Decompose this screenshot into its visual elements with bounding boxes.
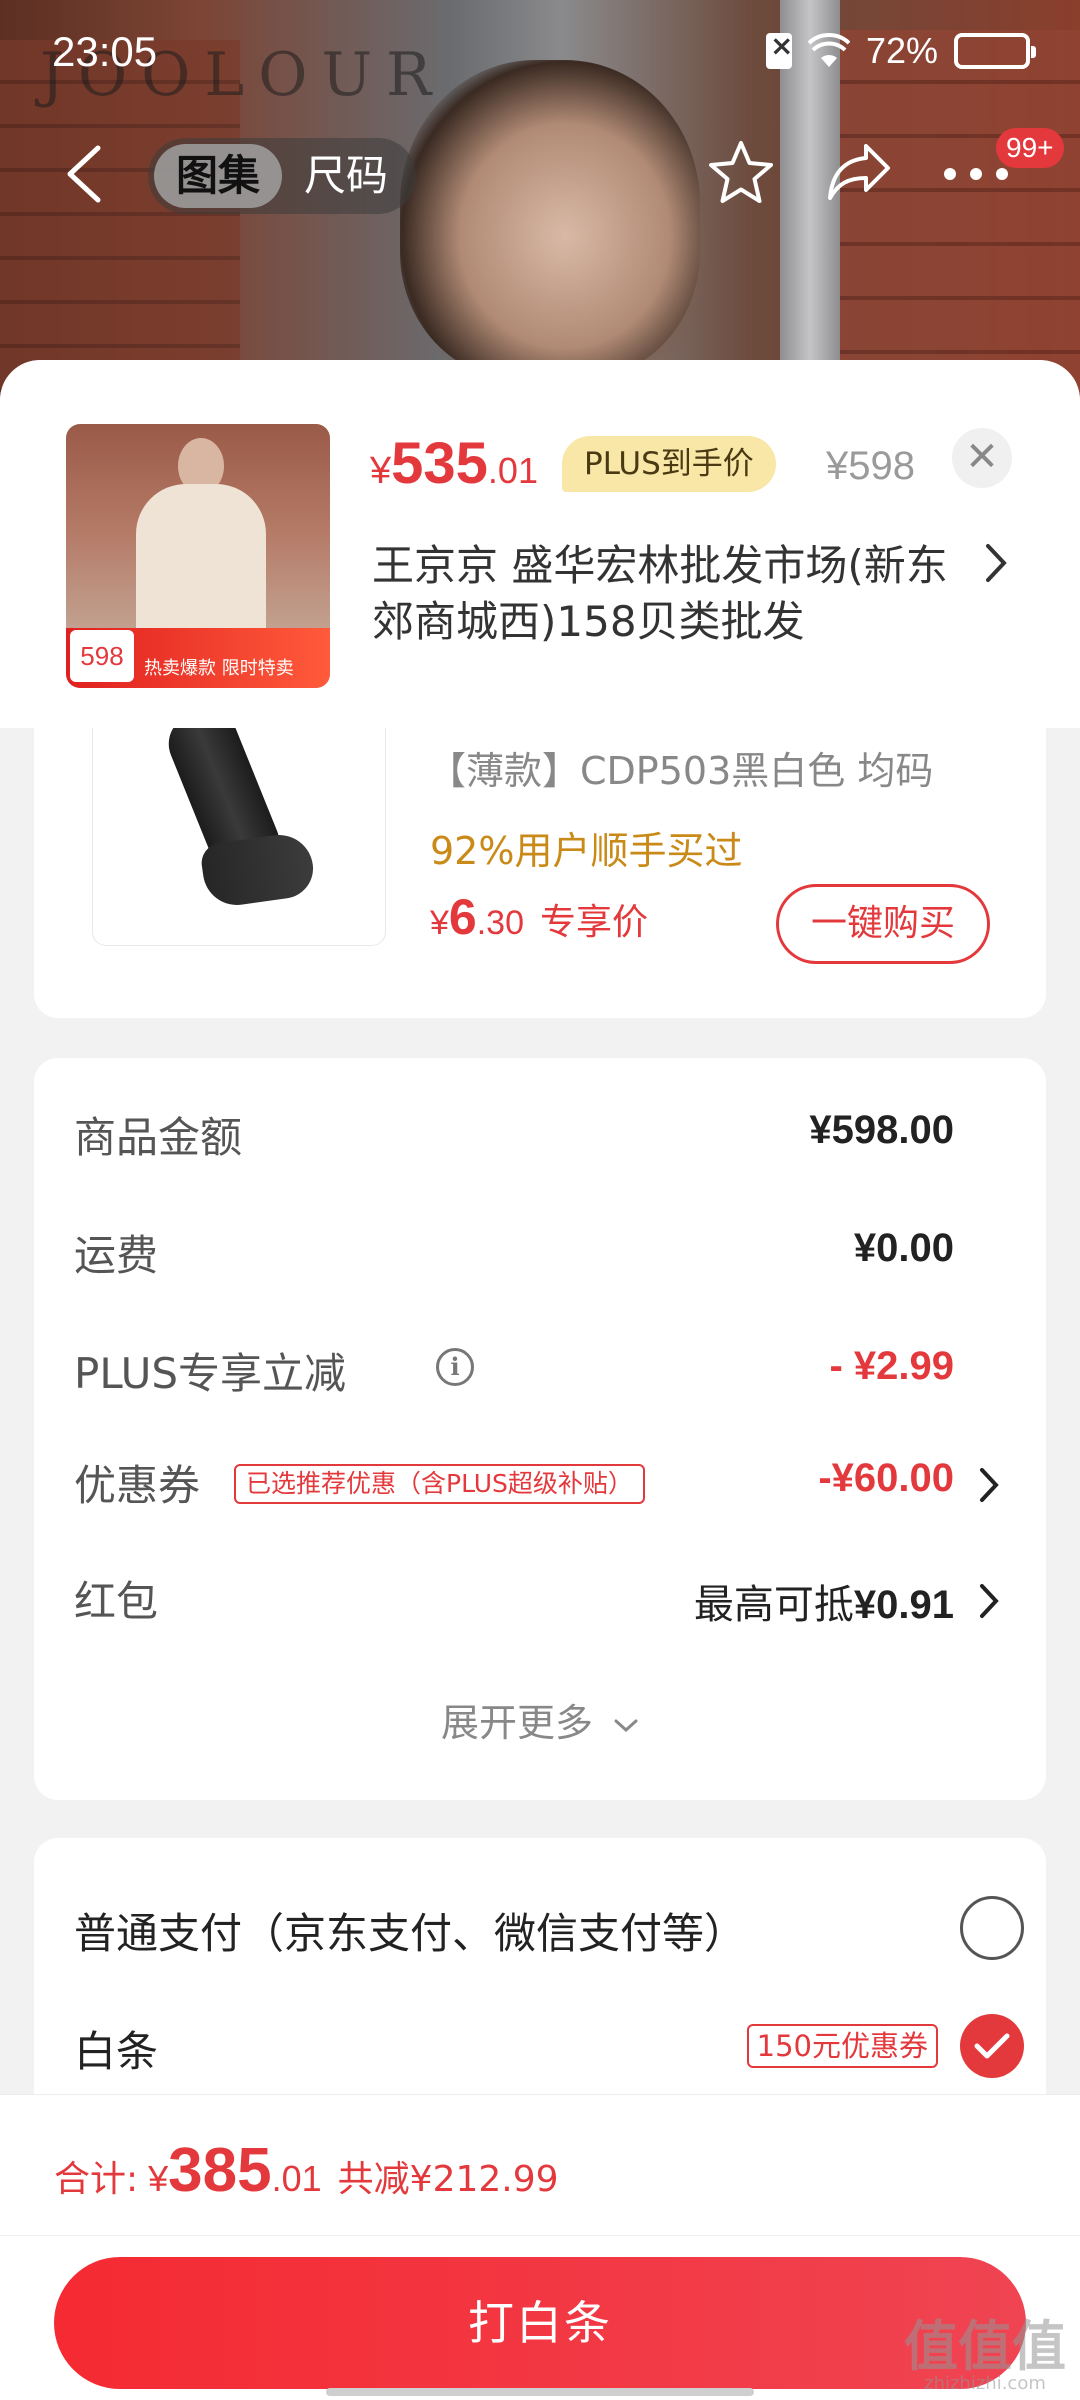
total-row: 合计: ¥ 385 .01 共减¥212.99 [54,2135,559,2206]
watermark-sub: zhizhizhi.com [924,2373,1046,2394]
currency-symbol: ¥ [430,904,449,942]
close-button[interactable]: ✕ [952,428,1012,488]
summary-row-plus-discount: PLUS专享立减 i - ¥2.99 [74,1330,1014,1410]
summary-row-coupon[interactable]: 优惠券 已选推荐优惠（含PLUS超级补贴） -¥60.00 [74,1442,1014,1522]
watermark-main: 值值值 [904,2315,1066,2378]
total-saved: 共减¥212.99 [337,2159,559,2200]
summary-value-prefix: 最高可抵 [693,1582,854,1628]
summary-label: 红包 [74,1577,159,1626]
expand-more-button[interactable]: 展开更多 [34,1692,1046,1747]
status-time: 23:05 [52,28,158,75]
total-label: 合计: [54,2159,139,2200]
home-indicator[interactable] [326,2388,754,2396]
addon-sku: 【薄款】CDP503黑白色 均码 [428,749,934,793]
product-header: 598 热卖爆款 限时特卖 ¥ 535 .01 PLUS到手价 ¥598 ✕ 王… [0,360,1080,728]
summary-label: 运费 [74,1231,159,1280]
chevron-down-icon [614,1719,638,1732]
price-decimal: .30 [476,904,524,942]
summary-value: ¥598.00 [809,1108,954,1152]
thumb-promo-text: 热卖爆款 限时特卖 [144,658,294,679]
currency-symbol: ¥ [148,2158,169,2199]
star-icon[interactable] [706,138,776,208]
product-thumbnail[interactable]: 598 热卖爆款 限时特卖 [66,424,330,688]
radio-checked[interactable] [960,2014,1024,2078]
status-bar: 23:05 72% [0,0,1080,100]
chevron-right-icon [980,1468,999,1502]
thumb-promo-price: 598 [70,630,134,682]
summary-label: 优惠券 [74,1461,201,1510]
coupon-tag: 已选推荐优惠（含PLUS超级补贴） [234,1464,645,1504]
site-watermark: 值值值 zhizhizhi.com [904,2320,1066,2394]
payment-option-normal[interactable]: 普通支付（京东支付、微信支付等） [74,1878,1024,1978]
back-arrow-icon[interactable] [60,144,108,204]
shop-name[interactable]: 王京京 盛华宏林批发市场(新东郊商城西)158贝类批发 [372,538,972,650]
pay-baitiao-button[interactable]: 打白条 [54,2257,1026,2389]
summary-row-red-packet[interactable]: 红包 最高可抵¥0.91 [74,1558,1014,1638]
check-icon [974,2033,1010,2059]
total-integer: 385 [168,2136,272,2205]
payment-option-label: 普通支付（京东支付、微信支付等） [74,1909,747,1958]
close-icon: ✕ [965,434,999,480]
price-integer: 535 [391,431,488,496]
summary-value-amount: ¥0.91 [853,1583,954,1627]
radio-unchecked[interactable] [960,1896,1024,1960]
share-icon[interactable] [826,140,892,204]
sim-off-icon [765,29,793,69]
plus-price: ¥ 535 .01 [370,430,538,510]
total-decimal: .01 [271,2158,322,2199]
summary-value: 最高可抵¥0.91 [694,1572,954,1630]
info-icon[interactable]: i [436,1348,474,1386]
sock-foot [199,830,317,910]
gallery-tabs: 图集 尺码 [148,138,417,214]
summary-label: PLUS专享立减 [74,1349,347,1398]
plus-price-tag: PLUS到手价 [562,436,776,492]
expand-more-label: 展开更多 [440,1701,593,1745]
chevron-right-icon [980,1584,999,1618]
more-icon[interactable] [944,168,1008,182]
original-price: ¥598 [826,444,915,488]
baitiao-coupon-tag: 150元优惠券 [746,2024,938,2068]
order-summary-card: 商品金额 ¥598.00 运费 ¥0.00 PLUS专享立减 i - ¥2.99… [34,1058,1046,1800]
payment-methods-card: 普通支付（京东支付、微信支付等） 白条 150元优惠券 [34,1838,1046,2138]
top-nav: 图集 尺码 99+ [0,118,1080,228]
summary-value: ¥0.00 [853,1226,954,1270]
payment-option-baitiao[interactable]: 白条 150元优惠券 [74,1996,1024,2096]
battery-percent: 72% [865,30,938,71]
screen: JOOLOUR 23:05 72% 图集 尺码 [0,0,1080,2400]
one-click-buy-button[interactable]: 一键购买 [776,884,990,964]
wifi-icon [807,33,850,67]
price-integer: 6 [448,889,477,945]
chevron-right-icon[interactable] [982,540,1010,586]
summary-value: -¥60.00 [818,1456,954,1500]
summary-label: 商品金额 [74,1113,243,1162]
payment-option-label: 白条 [74,2027,159,2076]
addon-product-image[interactable] [92,728,386,946]
addon-product-card: 【薄款】CDP503黑白色 均码 92%用户顺手买过 ¥ 6 .30 专享价 一… [34,728,1046,1018]
battery-icon [954,33,1036,69]
message-badge: 99+ [996,128,1064,168]
summary-row-goods: 商品金额 ¥598.00 [74,1094,1014,1174]
tab-gallery[interactable]: 图集 [154,144,283,208]
addon-bought-rate: 92%用户顺手买过 [430,829,743,873]
addon-price: ¥ 6 .30 专享价 [430,888,648,946]
summary-value: - ¥2.99 [829,1344,954,1388]
tab-size[interactable]: 尺码 [282,144,410,208]
divider [0,2235,1080,2236]
summary-row-shipping: 运费 ¥0.00 [74,1212,1014,1292]
price-decimal: .01 [487,450,538,491]
exclusive-price-label: 专享价 [540,902,649,943]
currency-symbol: ¥ [370,450,392,492]
